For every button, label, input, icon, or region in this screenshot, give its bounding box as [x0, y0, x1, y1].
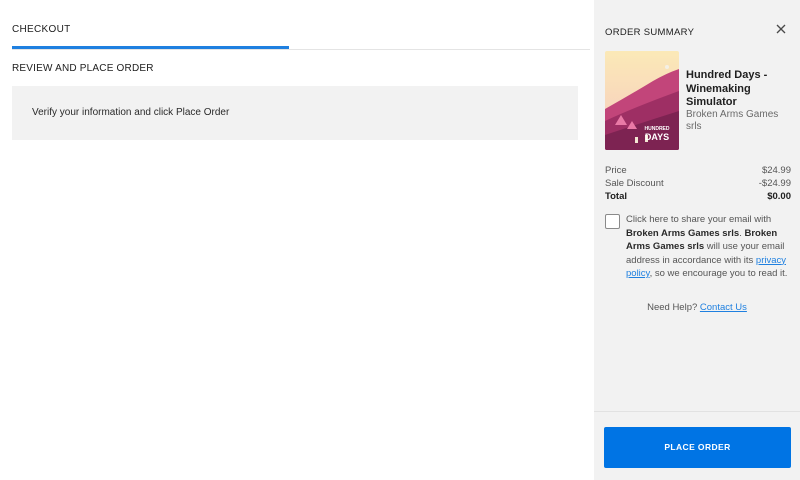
product-developer: Broken Arms Games srls [686, 109, 779, 132]
tab-checkout[interactable]: CHECKOUT [12, 24, 71, 35]
contact-us-link[interactable]: Contact Us [700, 302, 747, 313]
discount-value: -$24.99 [758, 178, 791, 189]
place-order-button[interactable]: PLACE ORDER [604, 427, 791, 468]
close-icon [776, 24, 786, 34]
game-cover-image: HUNDRED DAYS [605, 51, 679, 150]
consent-text-4: , so we encourage you to read it. [649, 268, 788, 279]
share-email-checkbox[interactable] [605, 214, 620, 229]
tab-active-indicator [12, 46, 289, 49]
price-label: Price [605, 165, 627, 176]
consent-text-1: Click here to share your email with [626, 214, 772, 225]
product-title: Hundred Days - Winemaking Simulator [686, 69, 768, 108]
checkout-tabbar: CHECKOUT [12, 0, 590, 50]
total-value: $0.00 [767, 191, 791, 202]
close-button[interactable] [774, 22, 788, 36]
section-title: REVIEW AND PLACE ORDER [12, 63, 154, 74]
cover-title-line2: DAYS [645, 132, 669, 142]
total-label: Total [605, 191, 627, 202]
price-row: Price $24.99 [605, 165, 791, 178]
total-row: Total $0.00 [605, 191, 791, 204]
discount-label: Sale Discount [605, 178, 664, 189]
discount-row: Sale Discount -$24.99 [605, 178, 791, 191]
help-text: Need Help? [647, 302, 700, 313]
price-value: $24.99 [761, 165, 791, 176]
checkout-pane: CHECKOUT REVIEW AND PLACE ORDER Verify y… [0, 0, 594, 480]
order-summary-title: ORDER SUMMARY [605, 27, 695, 38]
email-consent-text: Click here to share your email with Brok… [626, 213, 796, 281]
order-summary-panel: ORDER SUMMARY HUNDRED DAYS Hundred Days … [594, 0, 800, 480]
info-box: Verify your information and click Place … [12, 86, 578, 140]
info-text: Verify your information and click Place … [32, 107, 230, 118]
consent-company-1: Broken Arms Games srls [626, 227, 740, 239]
help-line: Need Help? Contact Us [594, 302, 800, 313]
footer-divider [594, 411, 800, 412]
